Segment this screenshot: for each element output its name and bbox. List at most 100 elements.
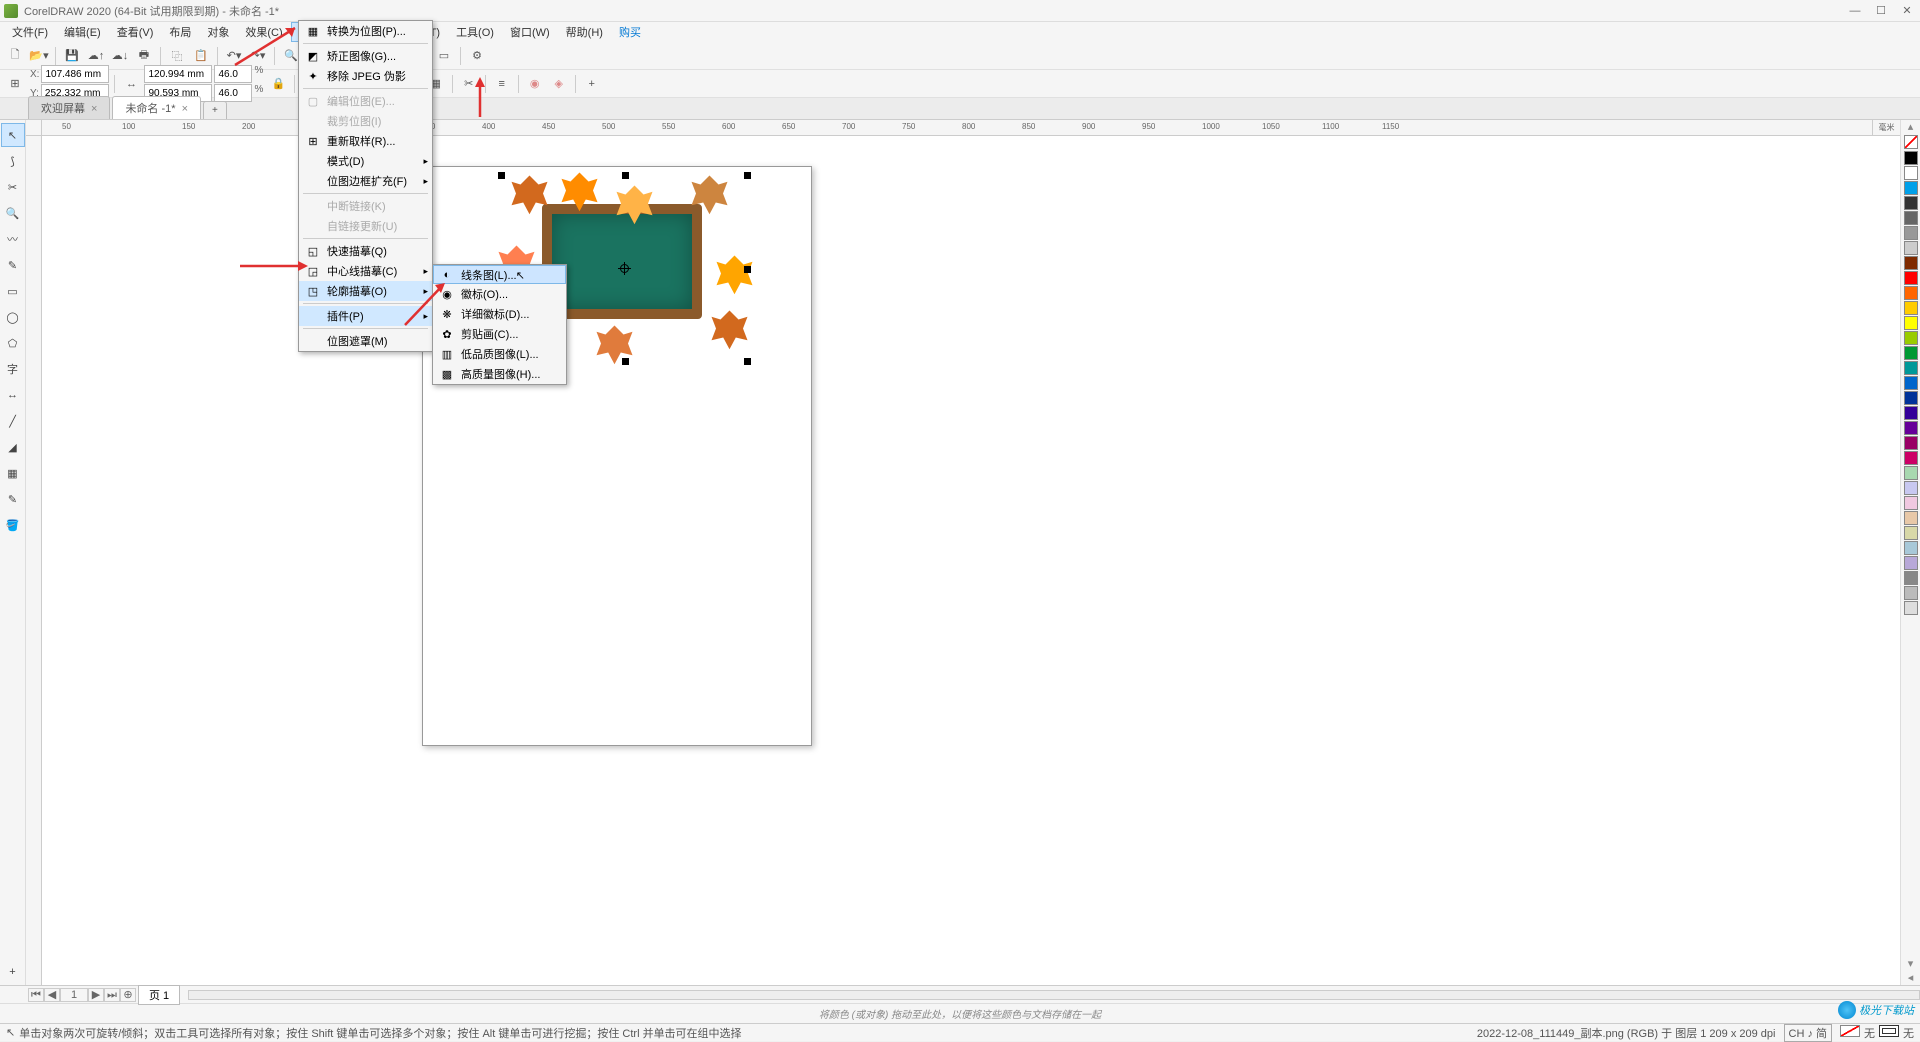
fill-indicator-icon[interactable] [1840, 1025, 1860, 1040]
paste-button[interactable]: 📋 [190, 45, 212, 67]
selection-handle[interactable] [744, 172, 751, 179]
page-next-button[interactable]: ▶ [88, 988, 104, 1002]
page-first-button[interactable]: ⏮ [28, 988, 44, 1002]
color-swatch[interactable] [1904, 586, 1918, 600]
menu-layout[interactable]: 布局 [161, 22, 199, 42]
color-swatch[interactable] [1904, 556, 1918, 570]
vertical-ruler[interactable] [26, 136, 42, 985]
color-swatch[interactable] [1904, 601, 1918, 615]
close-icon[interactable]: × [91, 103, 97, 115]
selection-handle[interactable] [622, 172, 629, 179]
menu-convert-bitmap[interactable]: ▦转换为位图(P)... [299, 21, 432, 41]
menu-buy[interactable]: 购买 [611, 22, 649, 42]
color-swatch[interactable] [1904, 196, 1918, 210]
color-swatch[interactable] [1904, 526, 1918, 540]
close-button[interactable]: ✕ [1894, 1, 1920, 21]
maximize-button[interactable]: ☐ [1868, 1, 1894, 21]
zoom-tool[interactable]: 🔍 [1, 201, 25, 225]
page-prev-button[interactable]: ◀ [44, 988, 60, 1002]
menu-view[interactable]: 查看(V) [109, 22, 162, 42]
ime-indicator[interactable]: CH ♪ 简 [1784, 1024, 1833, 1042]
menu-remove-jpeg[interactable]: ✦移除 JPEG 伪影 [299, 66, 432, 86]
menu-inflate[interactable]: 位图边框扩充(F)▸ [299, 171, 432, 191]
add-button[interactable]: + [581, 73, 603, 95]
open-button[interactable]: 📂▾ [28, 45, 50, 67]
color-swatch[interactable] [1904, 181, 1918, 195]
connector-tool[interactable]: ╱ [1, 409, 25, 433]
width-input[interactable] [144, 65, 212, 83]
scale-y-input[interactable] [214, 84, 252, 102]
color-swatch[interactable] [1904, 331, 1918, 345]
color-swatch[interactable] [1904, 286, 1918, 300]
color-swatch[interactable] [1904, 496, 1918, 510]
color-swatch[interactable] [1904, 541, 1918, 555]
outline-indicator-icon[interactable] [1879, 1025, 1899, 1040]
shape-tool[interactable]: ⟆ [1, 149, 25, 173]
color-swatch[interactable] [1904, 511, 1918, 525]
palette-scroll-up[interactable]: ▴ [1901, 120, 1920, 134]
eyedropper-tool[interactable]: ✎ [1, 487, 25, 511]
selection-center[interactable] [620, 264, 629, 273]
menu-window[interactable]: 窗口(W) [502, 22, 558, 42]
color-swatch[interactable] [1904, 256, 1918, 270]
tab-add-button[interactable]: + [203, 101, 227, 119]
color-swatch[interactable] [1904, 571, 1918, 585]
expand-toolbox-button[interactable]: + [1, 960, 25, 984]
color-swatch[interactable] [1904, 226, 1918, 240]
transparency-tool[interactable]: ▦ [1, 461, 25, 485]
color-swatch[interactable] [1904, 481, 1918, 495]
color-swatch[interactable] [1904, 211, 1918, 225]
dimension-tool[interactable]: ↔ [1, 383, 25, 407]
selection-handle[interactable] [744, 266, 751, 273]
close-icon[interactable]: × [182, 103, 188, 115]
page-number[interactable]: 1 [60, 988, 88, 1002]
menu-resample[interactable]: ⊞重新取样(R)... [299, 131, 432, 151]
color-swatch[interactable] [1904, 451, 1918, 465]
polygon-tool[interactable]: ⬠ [1, 331, 25, 355]
tab-document[interactable]: 未命名 -1*× [112, 96, 201, 119]
rectangle-tool[interactable]: ▭ [1, 279, 25, 303]
color-swatch[interactable] [1904, 391, 1918, 405]
menu-tools[interactable]: 工具(O) [448, 22, 502, 42]
color-swatch[interactable] [1904, 271, 1918, 285]
freehand-tool[interactable]: 〰 [1, 227, 25, 251]
lock-ratio-button[interactable]: 🔒 [267, 73, 289, 95]
ellipse-tool[interactable]: ◯ [1, 305, 25, 329]
menu-quick-trace[interactable]: ◱快速描摹(Q) [299, 241, 432, 261]
color-swatch[interactable] [1904, 361, 1918, 375]
artistic-tool[interactable]: ✎ [1, 253, 25, 277]
menu-edit[interactable]: 编辑(E) [56, 22, 109, 42]
effects-tool[interactable]: ◢ [1, 435, 25, 459]
copy-button[interactable]: ⿻ [166, 45, 188, 67]
no-color-swatch[interactable] [1904, 135, 1918, 149]
cloud-down-button[interactable]: ☁↓ [109, 45, 131, 67]
fill-tool[interactable]: 🪣 [1, 513, 25, 537]
page-last-button[interactable]: ⏭ [104, 988, 120, 1002]
new-button[interactable]: 🗋 [4, 45, 26, 67]
color-swatch[interactable] [1904, 241, 1918, 255]
submenu-low-quality[interactable]: ▥低品质图像(L)... [433, 344, 566, 364]
pick-tool[interactable]: ↖ [1, 123, 25, 147]
color-swatch[interactable] [1904, 346, 1918, 360]
menu-file[interactable]: 文件(F) [4, 22, 56, 42]
color-swatch[interactable] [1904, 466, 1918, 480]
submenu-high-quality[interactable]: ▩高质量图像(H)... [433, 364, 566, 384]
color-swatch[interactable] [1904, 151, 1918, 165]
options-button[interactable]: ⚙ [466, 45, 488, 67]
horizontal-scrollbar[interactable] [188, 990, 1920, 1000]
ruler-origin[interactable] [26, 120, 42, 136]
minimize-button[interactable]: — [1842, 1, 1868, 21]
x-position-input[interactable] [41, 65, 109, 83]
color-swatch[interactable] [1904, 166, 1918, 180]
page-add-button[interactable]: ⊕ [120, 988, 136, 1002]
selection-handle[interactable] [744, 358, 751, 365]
menu-straighten[interactable]: ◩矫正图像(G)... [299, 46, 432, 66]
color-swatch[interactable] [1904, 406, 1918, 420]
palette-flyout[interactable]: ◂ [1901, 971, 1920, 985]
color-swatch[interactable] [1904, 421, 1918, 435]
color-swatch[interactable] [1904, 376, 1918, 390]
selection-handle[interactable] [622, 358, 629, 365]
print-button[interactable]: 🖶 [133, 45, 155, 67]
menu-help[interactable]: 帮助(H) [558, 22, 611, 42]
selection-handle[interactable] [498, 172, 505, 179]
